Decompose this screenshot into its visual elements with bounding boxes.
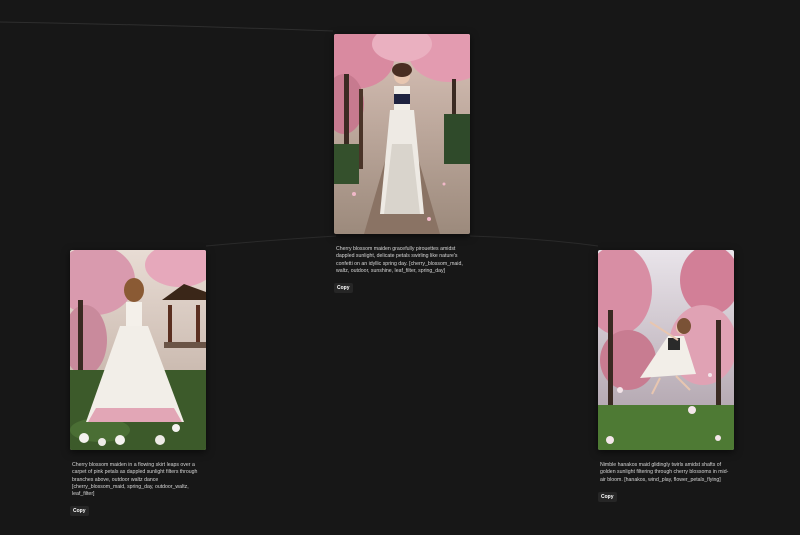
image-caption-3: Nimble hanakos maid glidingly twirls ami… bbox=[600, 462, 729, 483]
copy-button-1[interactable]: Copy bbox=[334, 283, 353, 294]
image-caption-2: Cherry blossom maiden in a flowing skirt… bbox=[72, 462, 198, 498]
image-card-1: Cherry blossom maiden gracefully pirouet… bbox=[334, 34, 474, 294]
image-card-2: Cherry blossom maiden in a flowing skirt… bbox=[70, 250, 210, 517]
connector-top bbox=[0, 21, 334, 32]
image-caption-1: Cherry blossom maiden gracefully pirouet… bbox=[336, 246, 463, 274]
connector-right bbox=[469, 235, 599, 247]
image-card-3: Nimble hanakos maid glidingly twirls ami… bbox=[598, 250, 738, 503]
generated-image-1[interactable] bbox=[334, 34, 470, 234]
copy-button-3[interactable]: Copy bbox=[598, 491, 617, 502]
generated-image-3[interactable] bbox=[598, 250, 734, 450]
generated-image-2[interactable] bbox=[70, 250, 206, 450]
node-canvas: Cherry blossom maiden gracefully pirouet… bbox=[0, 0, 800, 535]
connector-left bbox=[205, 235, 337, 247]
copy-button-2[interactable]: Copy bbox=[70, 506, 89, 517]
